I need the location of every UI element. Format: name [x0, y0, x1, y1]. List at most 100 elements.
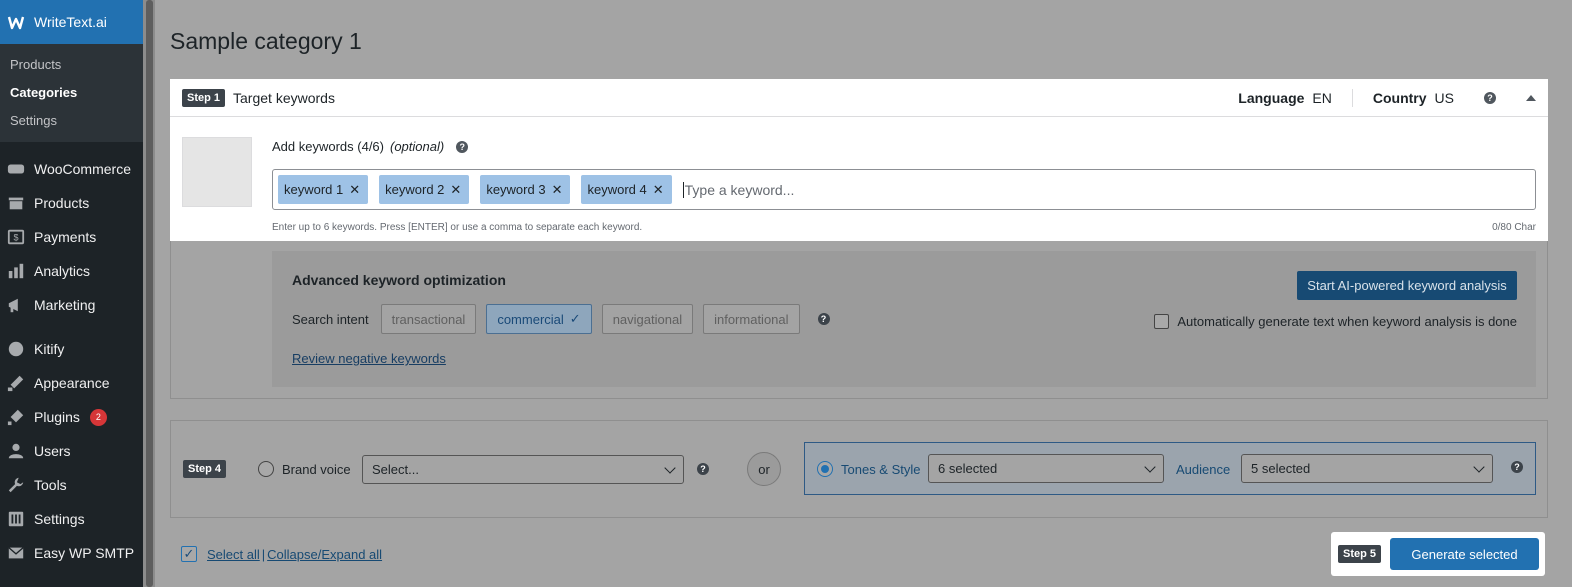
keyword-chip: keyword 3 ✕ — [480, 175, 571, 204]
sidebar-item-label: WooCommerce — [34, 161, 131, 177]
step1-title: Target keywords — [233, 89, 335, 106]
keyword-char-count: 0/80 Char — [1492, 222, 1536, 233]
intent-label: informational — [714, 311, 789, 327]
remove-keyword-icon[interactable]: ✕ — [552, 182, 563, 198]
collapse-expand-link[interactable]: Collapse/Expand all — [267, 547, 382, 562]
scrollbar-thumb[interactable] — [146, 0, 153, 587]
help-icon[interactable]: ? — [456, 140, 469, 153]
settings-icon — [6, 509, 26, 529]
intent-label: commercial — [497, 311, 564, 327]
auto-generate-option[interactable]: Automatically generate text when keyword… — [1154, 314, 1517, 329]
intent-commercial-button[interactable]: commercial ✓ — [486, 304, 592, 334]
language-value[interactable]: EN — [1312, 90, 1331, 106]
help-icon[interactable]: ? — [1484, 91, 1496, 104]
analytics-icon — [6, 261, 26, 281]
link-separator: | — [261, 546, 266, 562]
select-all-link[interactable]: Select all — [207, 547, 260, 562]
writetext-logo-icon — [6, 12, 26, 32]
bulk-actions: ✓ Select all | Collapse/Expand all — [181, 546, 382, 562]
brand-voice-label: Brand voice — [282, 461, 351, 477]
add-keywords-label: Add keywords (4/6) (optional) ? — [272, 139, 469, 154]
payments-icon: $ — [6, 227, 26, 247]
sidebar-item-marketing[interactable]: Marketing — [0, 288, 143, 322]
sidebar-item-payments[interactable]: $ Payments — [0, 220, 143, 254]
remove-keyword-icon[interactable]: ✕ — [349, 182, 360, 198]
language-label: Language — [1238, 89, 1305, 106]
review-negative-keywords-link[interactable]: Review negative keywords — [292, 351, 446, 366]
select-all-checkbox[interactable]: ✓ — [181, 546, 197, 562]
brand-label: WriteText.ai — [34, 14, 107, 30]
or-divider: or — [747, 452, 781, 486]
tones-style-select[interactable]: 6 selected — [928, 454, 1164, 483]
woocommerce-icon — [6, 159, 26, 179]
tools-icon — [6, 475, 26, 495]
country-label: Country — [1372, 89, 1427, 106]
sidebar-item-tools[interactable]: Tools — [0, 468, 143, 502]
intent-label: navigational — [612, 311, 683, 327]
category-image-placeholder — [182, 137, 252, 207]
audience-label: Audience — [1176, 462, 1231, 477]
keyword-chip-label: keyword 1 — [284, 182, 344, 197]
mail-icon — [6, 543, 26, 563]
step4-panel: Step 4 Brand voice Select... ? or Tones … — [170, 420, 1548, 518]
tones-style-radio[interactable] — [817, 461, 833, 477]
plugins-update-badge: 2 — [89, 408, 107, 426]
tones-select-value: 6 selected — [938, 461, 998, 476]
advanced-title: Advanced keyword optimization — [292, 272, 506, 288]
help-icon[interactable]: ? — [817, 313, 830, 325]
brand-voice-select-value: Select... — [372, 462, 419, 477]
auto-generate-checkbox[interactable] — [1154, 314, 1170, 329]
generate-selected-button[interactable]: Generate selected — [1390, 538, 1540, 570]
collapse-caret-icon[interactable] — [1526, 94, 1536, 101]
brand-voice-option[interactable]: Brand voice — [258, 461, 351, 477]
tones-style-option[interactable]: Tones & Style — [817, 461, 921, 477]
step1-header[interactable]: Step 1 Target keywords Language EN Count… — [170, 79, 1548, 117]
sidebar-item-easy-wp-smtp[interactable]: Easy WP SMTP — [0, 536, 143, 570]
appearance-icon — [6, 373, 26, 393]
svg-text:$: $ — [13, 233, 18, 243]
help-icon[interactable]: ? — [697, 463, 709, 475]
submenu-item-categories[interactable]: Categories — [0, 78, 143, 106]
auto-generate-label: Automatically generate text when keyword… — [1177, 314, 1517, 329]
keyword-placeholder[interactable]: Type a keyword... — [682, 181, 794, 198]
keyword-chip: keyword 1 ✕ — [278, 175, 369, 204]
step4-badge: Step 4 — [183, 460, 227, 478]
sidebar-item-users[interactable]: Users — [0, 434, 143, 468]
sidebar-item-analytics[interactable]: Analytics — [0, 254, 143, 288]
keyword-chip-label: keyword 4 — [587, 182, 647, 197]
sidebar-item-plugins[interactable]: Plugins 2 — [0, 400, 143, 434]
sidebar-item-kitify[interactable]: Kitify — [0, 332, 143, 366]
header-divider — [1351, 88, 1353, 107]
audience-select[interactable]: 5 selected — [1241, 454, 1493, 483]
submenu-item-products[interactable]: Products — [0, 50, 143, 78]
chevron-down-icon — [1473, 460, 1485, 473]
writetext-menu-item[interactable]: WriteText.ai — [0, 0, 143, 44]
remove-keyword-icon[interactable]: ✕ — [450, 182, 461, 198]
sidebar-item-woocommerce[interactable]: WooCommerce — [0, 152, 143, 186]
intent-transactional-button[interactable]: transactional — [380, 304, 477, 334]
admin-sidebar: WriteText.ai Products Categories Setting… — [0, 0, 143, 587]
start-keyword-analysis-button[interactable]: Start AI-powered keyword analysis — [1297, 271, 1517, 300]
intent-navigational-button[interactable]: navigational — [601, 304, 694, 334]
sidebar-item-appearance[interactable]: Appearance — [0, 366, 143, 400]
users-icon — [6, 441, 26, 461]
brand-voice-select[interactable]: Select... — [362, 455, 684, 484]
keyword-chip: keyword 4 ✕ — [581, 175, 672, 204]
sidebar-item-settings[interactable]: Settings — [0, 502, 143, 536]
tones-audience-panel: Tones & Style 6 selected Audience 5 sele… — [804, 442, 1536, 495]
tones-style-label: Tones & Style — [841, 461, 921, 477]
remove-keyword-icon[interactable]: ✕ — [653, 182, 664, 198]
help-icon[interactable]: ? — [1511, 461, 1523, 473]
advanced-keyword-panel: Advanced keyword optimization Start AI-p… — [272, 251, 1536, 387]
submenu-item-settings[interactable]: Settings — [0, 106, 143, 134]
sidebar-item-label: Plugins — [34, 409, 80, 425]
keyword-input[interactable]: keyword 1 ✕ keyword 2 ✕ keyword 3 ✕ keyword… — [272, 169, 1536, 210]
brand-voice-radio[interactable] — [258, 461, 274, 477]
keyword-chip-label: keyword 3 — [486, 182, 546, 197]
sidebar-item-label: Users — [34, 443, 71, 459]
country-value[interactable]: US — [1435, 90, 1454, 106]
keyword-chip: keyword 2 ✕ — [379, 175, 470, 204]
sidebar-item-label: Appearance — [34, 375, 110, 391]
sidebar-item-products[interactable]: Products — [0, 186, 143, 220]
intent-informational-button[interactable]: informational — [703, 304, 800, 334]
